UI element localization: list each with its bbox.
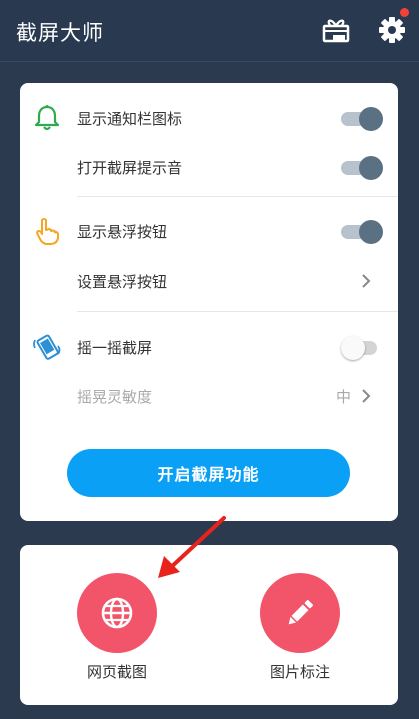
notification-dot: [400, 8, 409, 17]
gift-box-icon: [322, 19, 350, 43]
webpage-screenshot-tool[interactable]: 网页截图: [57, 569, 177, 689]
bell-icon: [32, 103, 62, 133]
pointing-hand-icon: [32, 216, 62, 246]
app-title: 截屏大师: [16, 21, 104, 45]
annotation-arrow-icon: [158, 516, 226, 578]
tool-label: 网页截图: [86, 663, 147, 681]
chevron-right-icon: [360, 273, 372, 289]
setting-label: 打开截屏提示音: [77, 159, 183, 177]
divider: [77, 311, 398, 312]
setting-label: 显示悬浮按钮: [77, 223, 168, 241]
floating-button-toggle[interactable]: [341, 220, 383, 244]
settings-button[interactable]: [376, 14, 408, 46]
setting-label: 摇一摇截屏: [77, 339, 153, 357]
screenshot-sound-toggle[interactable]: [341, 156, 383, 180]
setting-row-configure-floating-button[interactable]: 设置悬浮按钮: [20, 257, 398, 306]
enable-screenshot-button[interactable]: 开启截屏功能: [67, 449, 350, 497]
tool-label: 图片标注: [269, 663, 330, 681]
shake-screenshot-toggle[interactable]: [341, 336, 383, 360]
shaking-phone-icon: [32, 332, 62, 362]
settings-card: 显示通知栏图标 打开截屏提示音 显示悬浮按钮 设置悬浮按钮 摇一摇截屏 摇晃灵敏…: [20, 83, 398, 521]
settings-gear-icon: [379, 17, 405, 43]
setting-label: 摇晃灵敏度: [77, 388, 153, 406]
globe-icon: [101, 597, 133, 629]
setting-row-shake-sensitivity[interactable]: 摇晃灵敏度 中: [20, 372, 398, 421]
chevron-right-icon: [360, 388, 372, 404]
setting-row-notification-icon[interactable]: 显示通知栏图标: [20, 94, 398, 143]
sensitivity-value: 中: [336, 388, 352, 406]
setting-label: 显示通知栏图标: [77, 110, 183, 128]
notification-icon-toggle[interactable]: [341, 107, 383, 131]
webpage-screenshot-button[interactable]: [77, 573, 157, 653]
image-annotation-button[interactable]: [260, 573, 340, 653]
image-annotation-tool[interactable]: 图片标注: [240, 569, 360, 689]
gift-button[interactable]: [320, 14, 352, 46]
divider: [77, 196, 398, 197]
setting-label: 设置悬浮按钮: [77, 273, 168, 291]
app-header: 截屏大师: [0, 0, 419, 62]
setting-row-shake-screenshot[interactable]: 摇一摇截屏: [20, 323, 398, 372]
pencil-icon: [288, 599, 314, 625]
setting-row-floating-button[interactable]: 显示悬浮按钮: [20, 207, 398, 256]
setting-row-screenshot-sound[interactable]: 打开截屏提示音: [20, 143, 398, 192]
